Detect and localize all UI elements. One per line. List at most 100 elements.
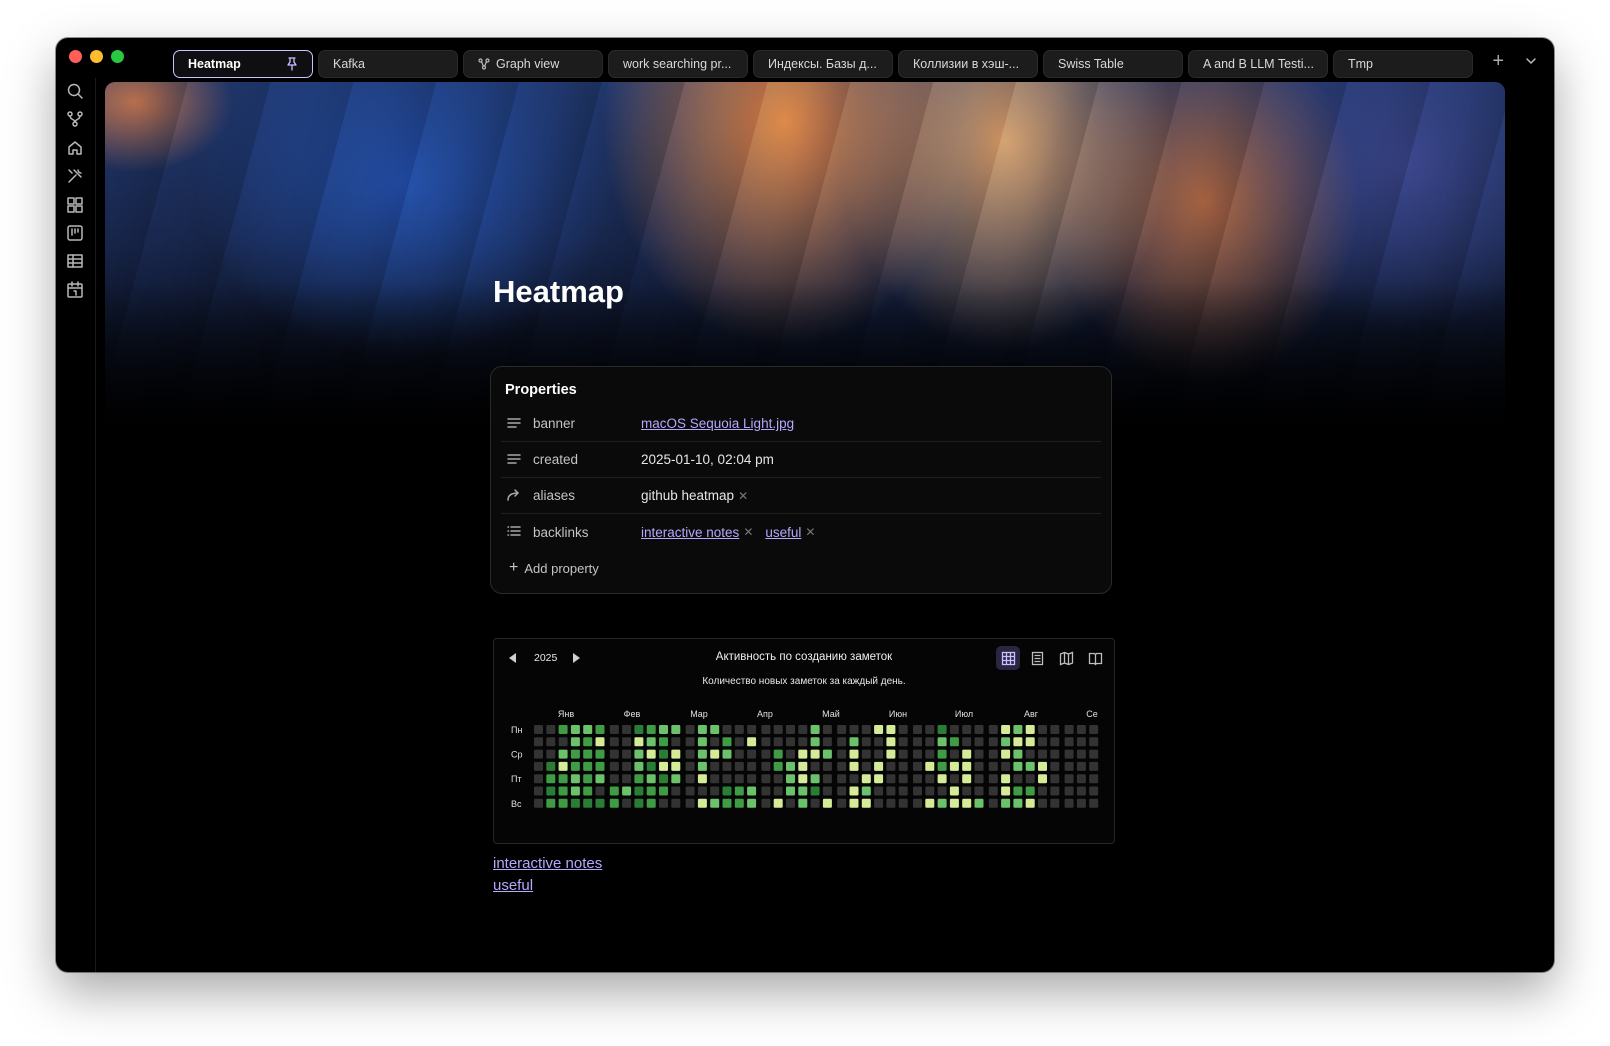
heatmap-cell[interactable] (949, 725, 959, 734)
heatmap-cell[interactable] (925, 774, 935, 784)
heatmap-cell[interactable] (1076, 737, 1086, 747)
heatmap-cell[interactable] (861, 737, 871, 747)
heatmap-cell[interactable] (1013, 737, 1023, 747)
heatmap-cell[interactable] (534, 725, 543, 734)
heatmap-cell[interactable] (1038, 774, 1047, 784)
heatmap-cell[interactable] (534, 749, 543, 759)
heatmap-cell[interactable] (558, 786, 568, 796)
heatmap-cell[interactable] (937, 786, 947, 796)
heatmap-cell[interactable] (1013, 798, 1023, 808)
heatmap-cell[interactable] (634, 786, 644, 796)
heatmap-cell[interactable] (874, 786, 884, 796)
heatmap-cell[interactable] (786, 737, 795, 747)
heatmap-cell[interactable] (810, 774, 820, 784)
heatmap-cell[interactable] (861, 798, 871, 808)
heatmap-cell[interactable] (1025, 725, 1035, 734)
heatmap-cell[interactable] (534, 737, 543, 747)
heatmap-cell[interactable] (1013, 761, 1023, 771)
heatmap-cell[interactable] (685, 798, 695, 808)
heatmap-cell[interactable] (988, 761, 998, 771)
heatmap-cell[interactable] (1001, 798, 1011, 808)
heatmap-cell[interactable] (874, 774, 884, 784)
heatmap-cell[interactable] (583, 786, 593, 796)
heatmap-cell[interactable] (810, 725, 820, 734)
heatmap-cell[interactable] (710, 737, 720, 747)
heatmap-cell[interactable] (949, 749, 959, 759)
heatmap-cell[interactable] (861, 786, 871, 796)
tab-kafka[interactable]: Kafka (318, 50, 458, 78)
heatmap-cell[interactable] (558, 774, 568, 784)
calendar-icon[interactable] (66, 281, 84, 299)
heatmap-cell[interactable] (837, 786, 847, 796)
heatmap-cell[interactable] (773, 725, 783, 734)
heatmap-cell[interactable] (822, 798, 832, 808)
heatmap-cell[interactable] (874, 761, 884, 771)
heatmap-cell[interactable] (634, 774, 644, 784)
property-row-aliases[interactable]: aliases github heatmap ✕ (501, 478, 1101, 514)
heatmap-cell[interactable] (1001, 737, 1011, 747)
heatmap-cell[interactable] (1076, 749, 1086, 759)
alias-pill[interactable]: github heatmap (641, 488, 734, 503)
heatmap-cell[interactable] (1038, 749, 1047, 759)
heatmap-cell[interactable] (1064, 749, 1074, 759)
heatmap-cell[interactable] (622, 761, 632, 771)
heatmap-cell[interactable] (595, 798, 605, 808)
heatmap-cell[interactable] (822, 725, 832, 734)
heatmap-cell[interactable] (646, 786, 656, 796)
heatmap-cell[interactable] (685, 786, 695, 796)
property-row-backlinks[interactable]: backlinks interactive notes ✕ useful ✕ (501, 514, 1101, 550)
heatmap-cell[interactable] (570, 774, 580, 784)
heatmap-cell[interactable] (734, 737, 744, 747)
heatmap-cell[interactable] (570, 725, 580, 734)
heatmap-cell[interactable] (622, 774, 632, 784)
heatmap-cell[interactable] (659, 761, 668, 771)
heatmap-cell[interactable] (988, 737, 998, 747)
heatmap-cell[interactable] (849, 786, 859, 796)
heatmap-cell[interactable] (697, 774, 707, 784)
heatmap-cell[interactable] (722, 761, 732, 771)
property-row-created[interactable]: created 2025-01-10, 02:04 pm (501, 442, 1101, 478)
heatmap-cell[interactable] (1089, 761, 1099, 771)
heatmap-cell[interactable] (1076, 798, 1086, 808)
heatmap-cell[interactable] (634, 725, 644, 734)
heatmap-cell[interactable] (546, 761, 556, 771)
heatmap-cell[interactable] (685, 725, 695, 734)
heatmap-cell[interactable] (822, 749, 832, 759)
heatmap-cell[interactable] (761, 725, 771, 734)
heatmap-cell[interactable] (886, 749, 896, 759)
heatmap-cell[interactable] (570, 786, 580, 796)
property-key[interactable]: backlinks (533, 525, 641, 540)
heatmap-cell[interactable] (595, 774, 605, 784)
heatmap-cell[interactable] (761, 761, 771, 771)
heatmap-cell[interactable] (913, 798, 922, 808)
pin-icon[interactable] (286, 57, 298, 71)
heatmap-cell[interactable] (886, 786, 896, 796)
heatmap-cell[interactable] (646, 761, 656, 771)
heatmap-cell[interactable] (1076, 774, 1086, 784)
heatmap-cell[interactable] (747, 786, 757, 796)
heatmap-cell[interactable] (949, 798, 959, 808)
heatmap-cell[interactable] (1038, 737, 1047, 747)
heatmap-cell[interactable] (697, 725, 707, 734)
heatmap-cell[interactable] (1064, 774, 1074, 784)
heatmap-cell[interactable] (898, 725, 908, 734)
heatmap-cell[interactable] (595, 725, 605, 734)
heatmap-cell[interactable] (925, 737, 935, 747)
heatmap-cell[interactable] (874, 737, 884, 747)
heatmap-cell[interactable] (898, 774, 908, 784)
heatmap-cell[interactable] (798, 725, 808, 734)
heatmap-cell[interactable] (937, 749, 947, 759)
heatmap-cell[interactable] (949, 761, 959, 771)
heatmap-cell[interactable] (988, 725, 998, 734)
heatmap-cell[interactable] (1076, 761, 1086, 771)
heatmap-cell[interactable] (622, 786, 632, 796)
map-view-icon[interactable] (1054, 646, 1078, 670)
heatmap-cell[interactable] (1089, 786, 1099, 796)
heatmap-cell[interactable] (685, 774, 695, 784)
heatmap-cell[interactable] (1089, 798, 1099, 808)
heatmap-cell[interactable] (761, 786, 771, 796)
heatmap-cell[interactable] (849, 749, 859, 759)
heatmap-cell[interactable] (546, 725, 556, 734)
heatmap-cell[interactable] (609, 737, 619, 747)
heatmap-cell[interactable] (558, 737, 568, 747)
